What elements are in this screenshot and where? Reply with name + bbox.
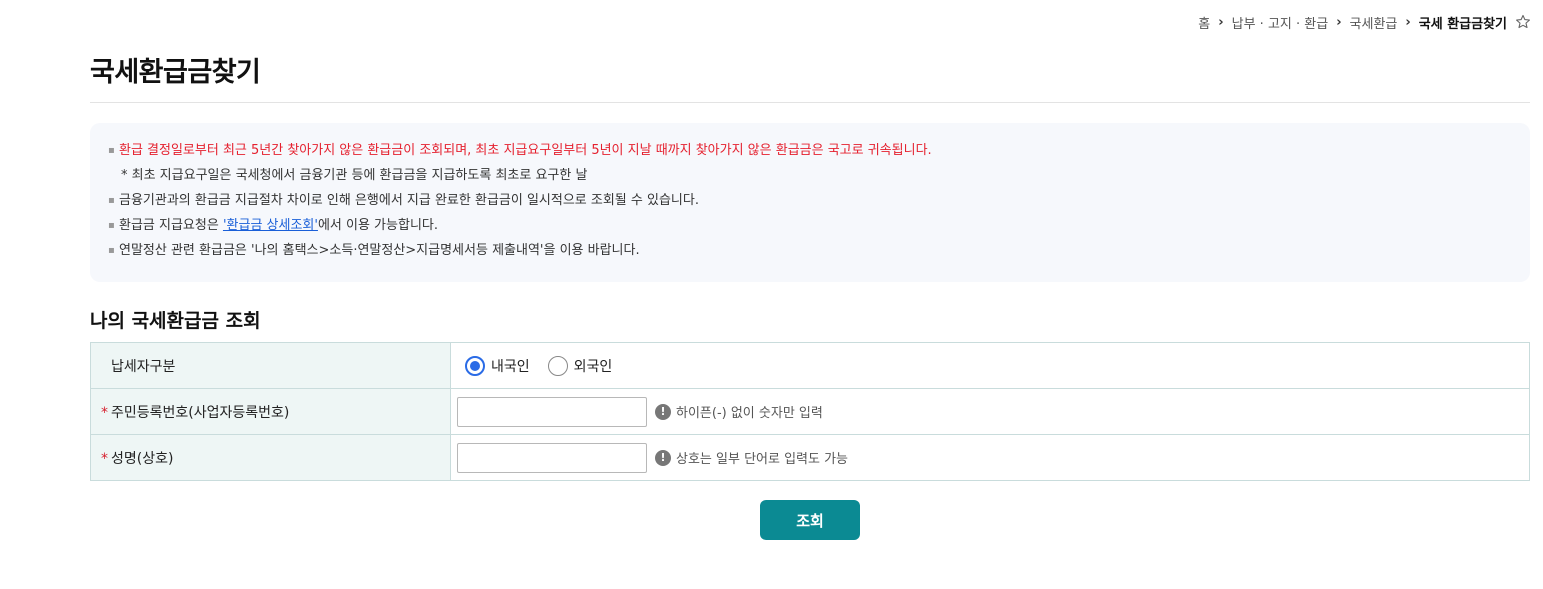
bullet-icon: ▪ bbox=[108, 220, 115, 231]
taxpayer-type-cell: 내국인 외국인 bbox=[450, 342, 1530, 389]
bullet-icon: ▪ bbox=[108, 145, 115, 156]
section-title: 나의 국세환급금 조회 bbox=[90, 310, 261, 332]
id-number-field-row: ! 하이픈(-) 없이 숫자만 입력 bbox=[457, 396, 1529, 427]
breadcrumb-home[interactable]: 홈 bbox=[1198, 13, 1210, 32]
search-form-table: 납세자구분 내국인 외국인 * 주민등록번호(사업자등록번호) ! 하이픈(-)… bbox=[90, 342, 1530, 481]
name-hint: ! 상호는 일부 단어로 입력도 가능 bbox=[655, 448, 848, 467]
id-number-label: 주민등록번호(사업자등록번호) bbox=[111, 404, 290, 421]
breadcrumb-separator: › bbox=[1336, 14, 1342, 30]
radio-foreign-label: 외국인 bbox=[573, 358, 613, 375]
radio-domestic-label: 내국인 bbox=[491, 358, 530, 375]
id-number-input[interactable] bbox=[457, 396, 647, 427]
notice-item: ▪ 금융기관과의 환급금 지급절차 차이로 인해 은행에서 지급 완료한 환급금… bbox=[108, 191, 1530, 216]
bullet-icon: ▪ bbox=[108, 245, 115, 256]
radio-foreign[interactable]: 외국인 bbox=[547, 355, 613, 376]
notice-item: ▪ 환급금 지급요청은 '환급금 상세조회'에서 이용 가능합니다. bbox=[108, 216, 1530, 241]
form-row-taxpayer-type: 납세자구분 내국인 외국인 bbox=[90, 342, 1530, 389]
notice-box: ▪ 환급 결정일로부터 최근 5년간 찾아가지 않은 환급금이 조회되며, 최초… bbox=[90, 123, 1530, 282]
id-number-hint: ! 하이픈(-) 없이 숫자만 입력 bbox=[655, 402, 823, 421]
breadcrumb-payment[interactable]: 납부 · 고지 · 환급 bbox=[1232, 13, 1329, 32]
notice-text: 금융기관과의 환급금 지급절차 차이로 인해 은행에서 지급 완료한 환급금이 … bbox=[119, 193, 699, 208]
notice-text: * 최초 지급요구일은 국세청에서 금융기관 등에 환급금을 지급하도록 최초로… bbox=[121, 168, 588, 183]
notice-text: 환급 결정일로부터 최근 5년간 찾아가지 않은 환급금이 조회되며, 최초 지… bbox=[119, 143, 932, 158]
taxpayer-type-label: 납세자구분 bbox=[90, 342, 451, 389]
required-mark: * bbox=[101, 450, 108, 467]
notice-item: ▪ 연말정산 관련 환급금은 '나의 홈택스>소득·연말정산>지급명세서등 제출… bbox=[108, 241, 1530, 266]
radio-unchecked-icon[interactable] bbox=[547, 355, 568, 376]
title-divider bbox=[90, 102, 1530, 103]
page-title: 국세환급금찾기 bbox=[90, 57, 261, 88]
name-label: 성명(상호) bbox=[111, 450, 174, 467]
id-number-label-cell: * 주민등록번호(사업자등록번호) bbox=[90, 388, 451, 435]
notice-item: ▪ 환급 결정일로부터 최근 5년간 찾아가지 않은 환급금이 조회되며, 최초… bbox=[108, 141, 1530, 166]
refund-detail-link[interactable]: '환급금 상세조회' bbox=[223, 218, 318, 233]
notice-text: 환급금 지급요청은 '환급금 상세조회'에서 이용 가능합니다. bbox=[119, 216, 438, 235]
name-hint-text: 상호는 일부 단어로 입력도 가능 bbox=[676, 452, 849, 467]
breadcrumb-current: 국세 환급금찾기 bbox=[1418, 16, 1507, 32]
id-number-hint-text: 하이픈(-) 없이 숫자만 입력 bbox=[676, 406, 823, 421]
info-icon: ! bbox=[655, 449, 671, 466]
form-row-name: * 성명(상호) ! 상호는 일부 단어로 입력도 가능 bbox=[90, 434, 1530, 481]
id-number-cell: ! 하이픈(-) 없이 숫자만 입력 bbox=[450, 388, 1530, 435]
name-cell: ! 상호는 일부 단어로 입력도 가능 bbox=[450, 434, 1530, 481]
name-label-cell: * 성명(상호) bbox=[90, 434, 451, 481]
breadcrumb-refund[interactable]: 국세환급 bbox=[1350, 13, 1398, 32]
bullet-icon: ▪ bbox=[108, 195, 115, 206]
star-icon[interactable] bbox=[1515, 14, 1531, 30]
info-icon: ! bbox=[655, 403, 671, 420]
name-input[interactable] bbox=[457, 442, 647, 473]
notice-text: 연말정산 관련 환급금은 '나의 홈택스>소득·연말정산>지급명세서등 제출내역… bbox=[119, 243, 640, 258]
search-button[interactable]: 조회 bbox=[760, 500, 860, 540]
radio-domestic[interactable]: 내국인 bbox=[465, 355, 530, 376]
notice-text-suffix: 에서 이용 가능합니다. bbox=[317, 218, 438, 233]
breadcrumb-separator: › bbox=[1405, 14, 1411, 30]
notice-text-prefix: 환급금 지급요청은 bbox=[119, 218, 223, 233]
taxpayer-type-radio-group: 내국인 외국인 bbox=[457, 355, 1529, 376]
radio-checked-icon[interactable] bbox=[465, 355, 485, 376]
form-row-id-number: * 주민등록번호(사업자등록번호) ! 하이픈(-) 없이 숫자만 입력 bbox=[90, 388, 1530, 435]
notice-subitem: * 최초 지급요구일은 국세청에서 금융기관 등에 환급금을 지급하도록 최초로… bbox=[108, 166, 1530, 191]
breadcrumb: 홈 › 납부 · 고지 · 환급 › 국세환급 › 국세 환급금찾기 bbox=[1198, 12, 1531, 32]
breadcrumb-separator: › bbox=[1218, 14, 1224, 30]
required-mark: * bbox=[101, 404, 108, 421]
name-field-row: ! 상호는 일부 단어로 입력도 가능 bbox=[457, 442, 1529, 473]
